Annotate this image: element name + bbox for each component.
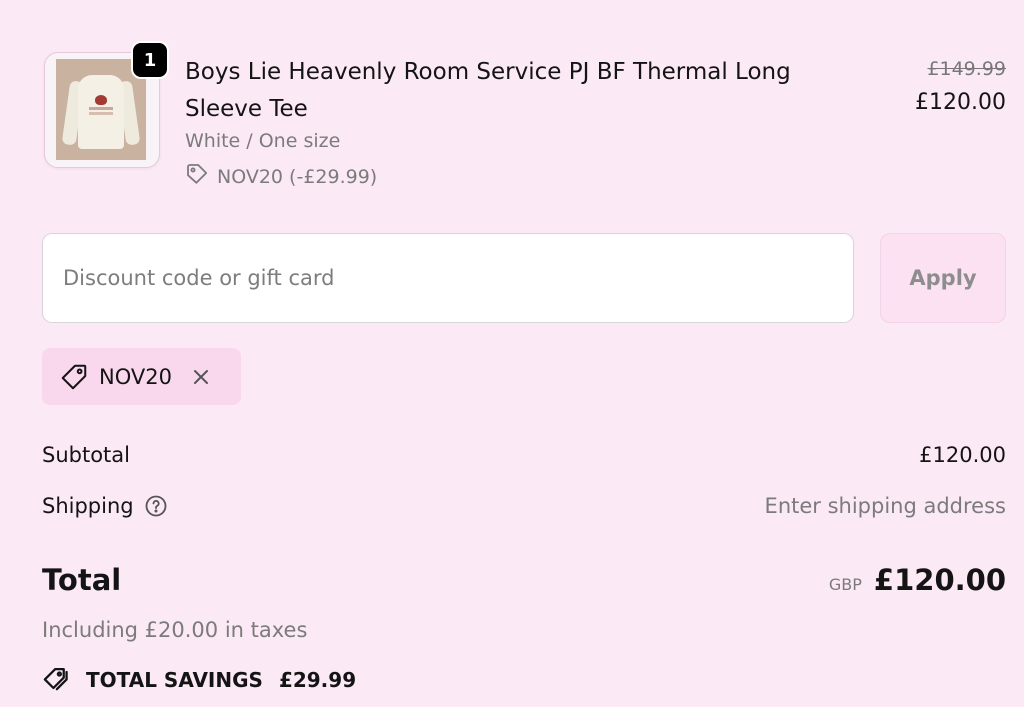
total-amount-group: GBP £120.00	[829, 563, 1006, 597]
apply-button[interactable]: Apply	[880, 233, 1006, 323]
applied-discount-code: NOV20	[99, 364, 172, 389]
savings-label: TOTAL SAVINGS	[86, 668, 263, 692]
shipping-label: Shipping	[42, 494, 134, 518]
tee-body	[78, 75, 124, 149]
sale-price: £120.00	[915, 90, 1006, 115]
applied-discount-chip: NOV20	[42, 348, 241, 405]
shipping-label-group: Shipping	[42, 494, 168, 518]
total-value: £120.00	[873, 563, 1006, 597]
product-discount: NOV20 (-£29.99)	[185, 162, 377, 191]
subtotal-label: Subtotal	[42, 443, 130, 467]
product-variant: White / One size	[185, 130, 341, 152]
original-price: £149.99	[927, 58, 1006, 80]
tee-text-print	[89, 107, 113, 110]
total-row: Total GBP £120.00	[42, 563, 1006, 597]
question-circle-icon[interactable]	[144, 494, 168, 518]
total-savings: TOTAL SAVINGS £29.99	[42, 665, 356, 695]
subtotal-row: Subtotal £120.00	[42, 443, 1006, 467]
cart-line-item: 1 Boys Lie Heavenly Room Service PJ BF T…	[44, 41, 1006, 192]
total-label: Total	[42, 563, 122, 597]
tags-icon	[42, 665, 74, 695]
product-discount-text: NOV20 (-£29.99)	[217, 165, 378, 188]
tag-icon	[185, 162, 209, 191]
tee-heart-print	[95, 95, 107, 105]
close-icon[interactable]	[190, 366, 212, 388]
taxes-note: Including £20.00 in taxes	[42, 618, 308, 642]
quantity-badge: 1	[131, 41, 169, 79]
discount-code-input[interactable]	[42, 233, 854, 323]
subtotal-value: £120.00	[919, 443, 1006, 467]
savings-value: £29.99	[278, 668, 357, 692]
tag-icon	[59, 362, 89, 392]
shipping-value: Enter shipping address	[764, 494, 1006, 518]
currency-code: GBP	[828, 575, 862, 594]
product-title: Boys Lie Heavenly Room Service PJ BF The…	[185, 59, 791, 122]
shipping-row: Shipping Enter shipping address	[42, 494, 1006, 518]
